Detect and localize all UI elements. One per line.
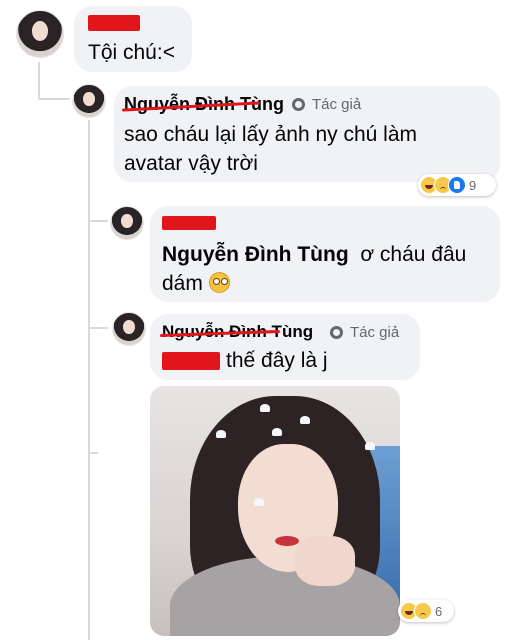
reply-bubble: Nguyễn Đình Tùng ơ cháu đâu dám — [150, 206, 500, 302]
author-badge-icon — [330, 326, 343, 339]
flushed-face-icon — [208, 272, 230, 293]
comment-text: Tội chú:< — [88, 41, 175, 64]
thread-line-main-elbow — [38, 98, 70, 100]
thread-line-replies — [88, 120, 90, 640]
author-avatar[interactable] — [112, 312, 146, 346]
comment-bubble: Tội chú:< — [74, 6, 192, 72]
thread-line-marker — [88, 452, 98, 454]
author-avatar[interactable] — [72, 84, 106, 118]
author-badge-label: Tác giả — [312, 96, 362, 113]
thread-line-reply3-elbow — [88, 327, 108, 329]
reply-bubble: Nguyễn Đình Tùng Tác giả thế đây là j — [150, 314, 420, 380]
reactions-summary[interactable]: 9 — [418, 174, 496, 196]
author-badge-label: Tác giả — [350, 324, 400, 341]
author-badge-icon — [292, 98, 305, 111]
redacted-name — [88, 15, 140, 31]
commenter-avatar[interactable] — [16, 10, 64, 58]
thread-line-main — [38, 62, 40, 100]
like-icon — [448, 176, 466, 194]
reaction-count: 9 — [469, 177, 477, 193]
comment-text: Nguyễn Đình Tùng ơ cháu đâu dám — [162, 240, 492, 298]
reaction-count: 6 — [435, 603, 443, 619]
thread-line-reply2-elbow — [88, 220, 108, 222]
photo-of-girl[interactable] — [150, 386, 400, 636]
comment-text: thế đây là j — [226, 349, 328, 372]
reply-bubble: Nguyễn Đình Tùng Tác giả sao cháu lại lấ… — [114, 86, 500, 182]
commenter-avatar[interactable] — [110, 206, 144, 240]
redacted-mention — [162, 352, 220, 370]
mention-link[interactable]: Nguyễn Đình Tùng — [162, 243, 349, 266]
redacted-name — [162, 216, 216, 230]
reactions-summary[interactable]: 6 — [398, 600, 454, 622]
sad-icon — [414, 602, 432, 620]
comment-text: sao cháu lại lấy ảnh ny chú làm avatar v… — [124, 123, 418, 175]
